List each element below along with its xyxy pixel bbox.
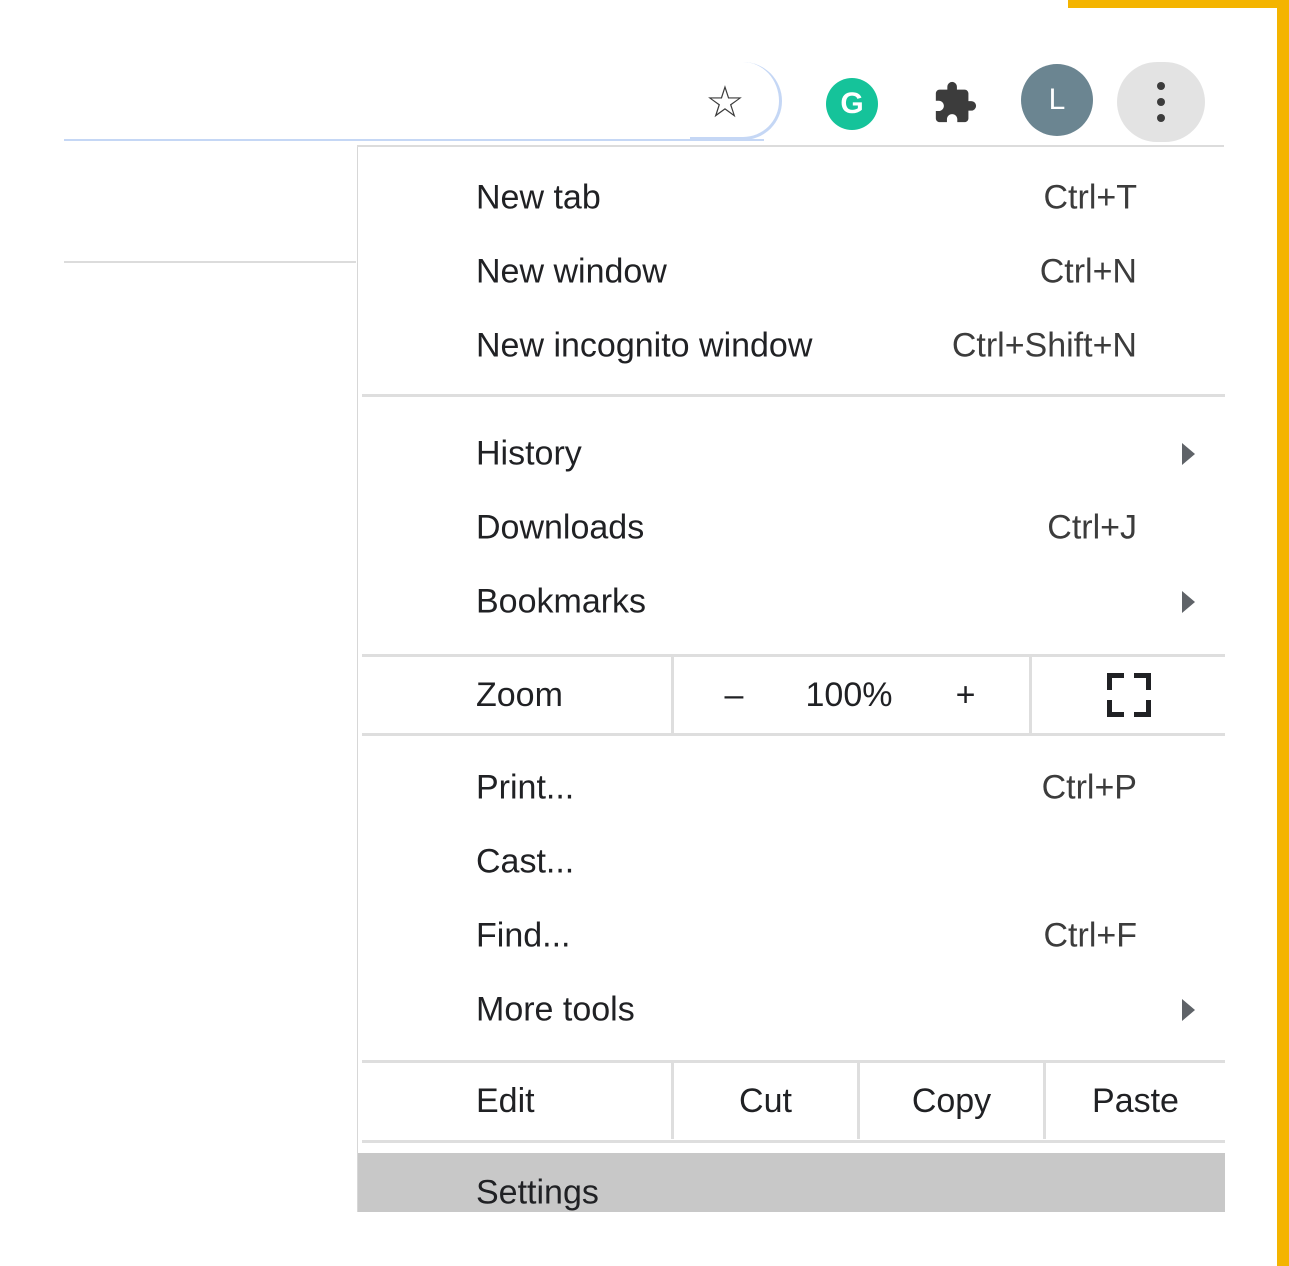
menu-item-new-tab[interactable]: New tab Ctrl+T: [358, 161, 1225, 235]
chrome-main-menu: New tab Ctrl+T New window Ctrl+N New inc…: [357, 147, 1225, 1212]
menu-item-print[interactable]: Print... Ctrl+P: [358, 751, 1225, 825]
avatar-letter: L: [1048, 83, 1066, 116]
menu-item-shortcut: Ctrl+P: [1041, 768, 1137, 807]
menu-item-label: New tab: [476, 178, 601, 217]
menu-item-label: Downloads: [476, 508, 645, 547]
submenu-arrow-icon: [1182, 591, 1195, 613]
menu-item-label: Cast...: [476, 842, 575, 881]
menu-item-label: Settings: [476, 1173, 599, 1212]
menu-item-shortcut: Ctrl+Shift+N: [951, 326, 1137, 365]
menu-dot: [1157, 98, 1165, 106]
star-icon[interactable]: ☆: [698, 76, 752, 130]
zoom-row: Zoom – 100% +: [358, 657, 1225, 733]
menu-item-more-tools[interactable]: More tools: [358, 973, 1225, 1047]
menu-item-label: History: [476, 434, 582, 473]
paste-button[interactable]: Paste: [1046, 1063, 1225, 1139]
submenu-arrow-icon: [1182, 999, 1195, 1021]
zoom-level: 100%: [805, 675, 893, 714]
omnibox-border: [64, 139, 764, 141]
submenu-arrow-icon: [1182, 443, 1195, 465]
fullscreen-button[interactable]: [1032, 657, 1225, 733]
profile-avatar[interactable]: L: [1021, 64, 1093, 136]
menu-item-shortcut: Ctrl+T: [1043, 178, 1138, 217]
edit-row: Edit Cut Copy Paste: [358, 1063, 1225, 1139]
menu-item-shortcut: Ctrl+F: [1043, 916, 1138, 955]
menu-item-label: Find...: [476, 916, 571, 955]
menu-item-new-incognito-window[interactable]: New incognito window Ctrl+Shift+N: [358, 309, 1225, 383]
menu-item-shortcut: Ctrl+N: [1039, 252, 1137, 291]
menu-item-settings[interactable]: Settings: [358, 1153, 1225, 1212]
menu-dot: [1157, 114, 1165, 122]
menu-separator: [362, 1140, 1225, 1143]
menu-item-label: Bookmarks: [476, 582, 647, 621]
fullscreen-icon: [1106, 673, 1151, 717]
copy-button[interactable]: Copy: [860, 1063, 1043, 1139]
menu-item-label: New window: [476, 252, 667, 291]
puzzle-icon[interactable]: [928, 76, 982, 130]
highlight-frame-right: [1277, 0, 1289, 1266]
extensions-puzzle-svg: [935, 81, 977, 123]
menu-item-bookmarks[interactable]: Bookmarks: [358, 565, 1225, 639]
menu-item-new-window[interactable]: New window Ctrl+N: [358, 235, 1225, 309]
vertical-dots-icon[interactable]: [1117, 62, 1205, 142]
grammarly-letter: G: [840, 87, 864, 120]
page-content-divider: [64, 261, 356, 263]
zoom-out-button[interactable]: –: [674, 657, 794, 733]
cut-button[interactable]: Cut: [674, 1063, 857, 1139]
grammarly-extension-icon[interactable]: G: [826, 78, 878, 130]
menu-item-downloads[interactable]: Downloads Ctrl+J: [358, 491, 1225, 565]
zoom-label: Zoom: [476, 675, 563, 714]
menu-dot: [1157, 82, 1165, 90]
browser-toolbar: ☆ G L: [0, 0, 1277, 150]
menu-item-history[interactable]: History: [358, 417, 1225, 491]
zoom-in-button[interactable]: +: [908, 657, 1023, 733]
menu-item-label: More tools: [476, 990, 635, 1029]
menu-separator: [362, 394, 1225, 397]
menu-item-shortcut: Ctrl+J: [1047, 508, 1137, 547]
edit-label: Edit: [476, 1081, 535, 1120]
menu-separator: [362, 733, 1225, 736]
menu-item-find[interactable]: Find... Ctrl+F: [358, 899, 1225, 973]
menu-item-label: Print...: [476, 768, 575, 807]
menu-item-label: New incognito window: [476, 326, 813, 365]
menu-item-cast[interactable]: Cast...: [358, 825, 1225, 899]
